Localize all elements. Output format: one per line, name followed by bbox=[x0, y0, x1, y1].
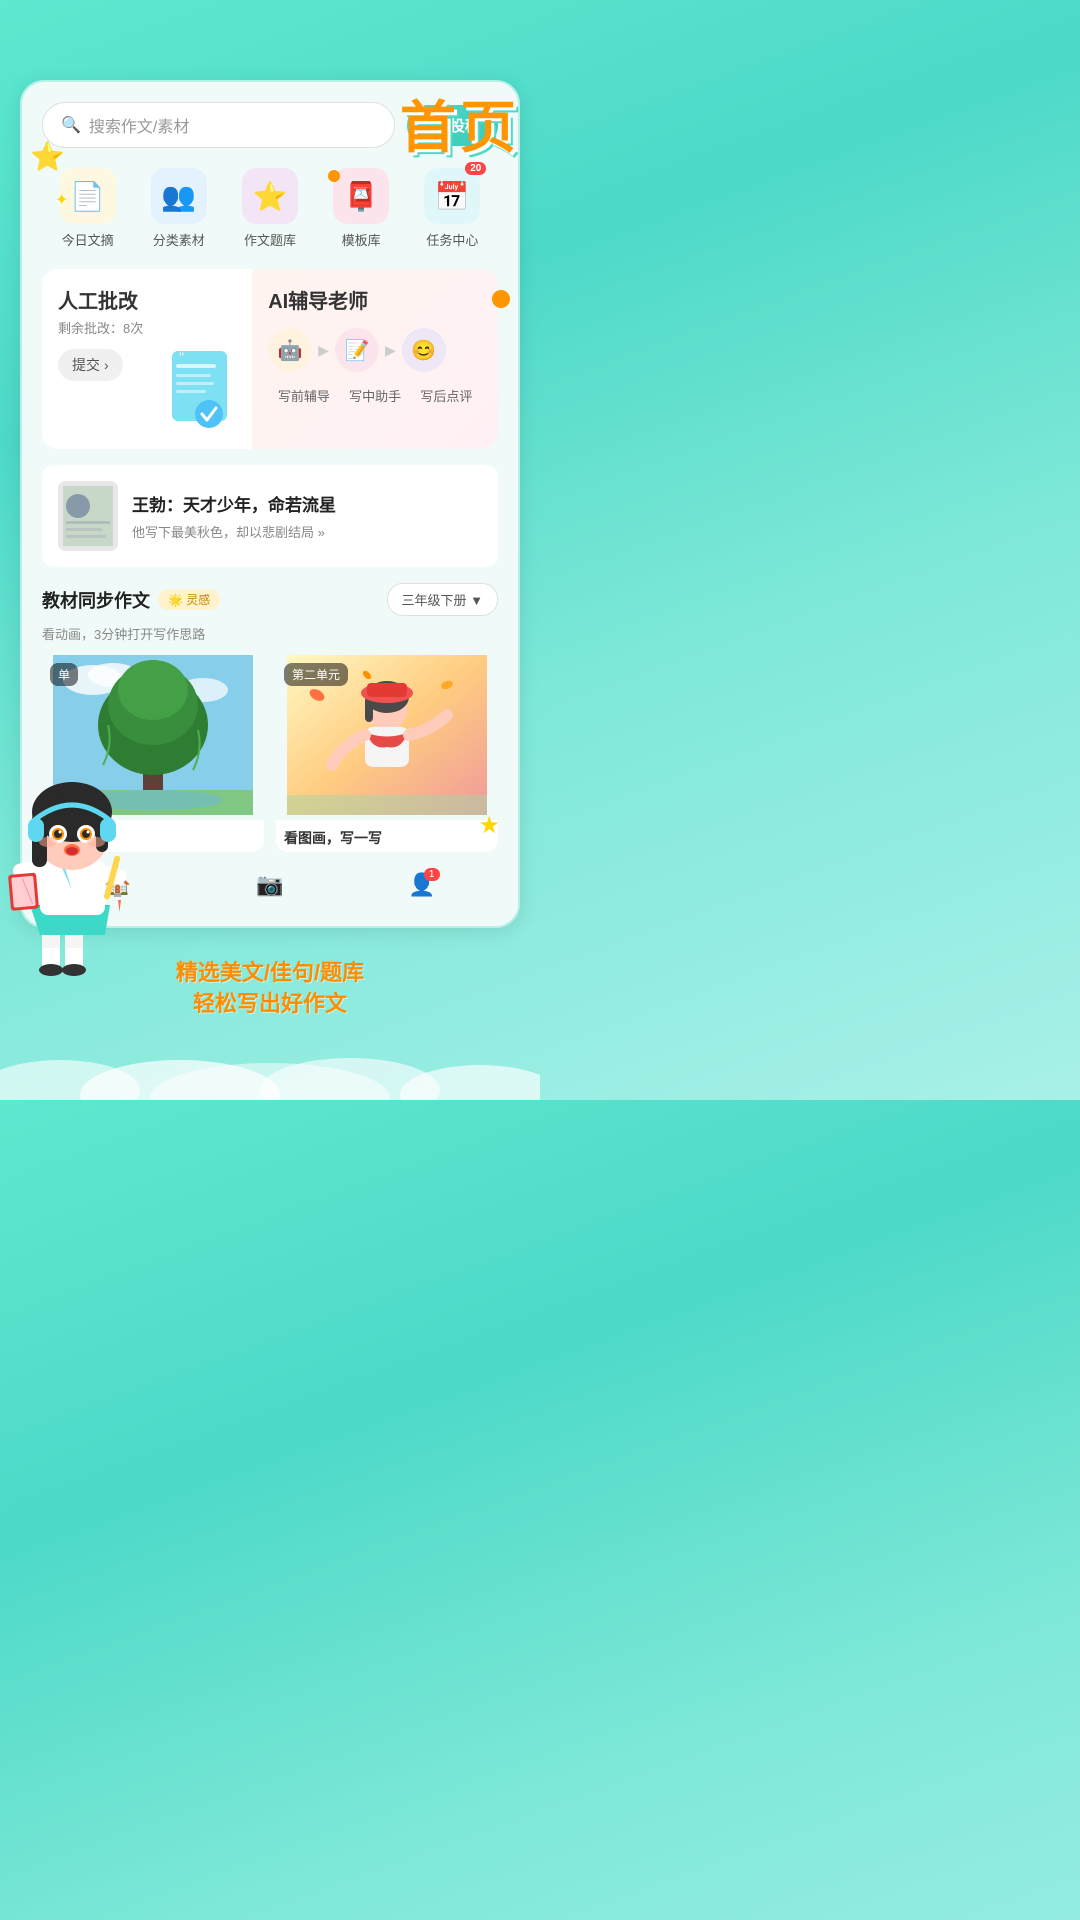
section-subtitle: 看动画，3分钟打开写作思路 bbox=[42, 624, 498, 643]
deco-circle-1 bbox=[328, 170, 340, 182]
essay-bank-icon-wrap: ⭐ bbox=[242, 168, 298, 224]
ai-step-arrow-2: ▶ bbox=[385, 342, 396, 359]
page-title-wrapper: 首页 bbox=[400, 100, 520, 156]
deco-star-2: ✦ bbox=[55, 190, 68, 210]
ai-step-2-icon: 📝 bbox=[335, 328, 379, 372]
deco-star-4: ★ bbox=[478, 811, 500, 840]
task-center-icon: 📅 bbox=[435, 180, 470, 213]
essay-bank-label: 作文题库 bbox=[244, 230, 296, 249]
deco-star-1: ⭐ bbox=[30, 140, 65, 173]
nav-item-category[interactable]: 👥 分类素材 bbox=[151, 168, 207, 249]
ai-step-labels: 写前辅导 写中助手 写后点评 bbox=[268, 386, 482, 405]
template-bank-label: 模板库 bbox=[342, 230, 381, 249]
task-center-label: 任务中心 bbox=[426, 230, 478, 249]
nav-item-template[interactable]: 📮 模板库 bbox=[333, 168, 389, 249]
grade-selector[interactable]: 三年级下册 ▼ bbox=[387, 583, 498, 616]
tagline-line2: 轻松写出好作文 bbox=[0, 989, 540, 1020]
ai-step-3-icon: 😊 bbox=[402, 328, 446, 372]
doc-svg: " bbox=[164, 346, 244, 436]
article-title: 王勃：天才少年，命若流星 bbox=[132, 491, 336, 516]
ai-tutor-title: AI辅导老师 bbox=[268, 285, 482, 314]
daily-extract-icon: 📄 bbox=[70, 180, 105, 213]
bottom-clouds bbox=[0, 1040, 540, 1100]
bottom-nav-camera[interactable]: 📷 bbox=[256, 872, 283, 898]
content-card-girl[interactable]: 第二单元 看图画，写一写 bbox=[276, 655, 498, 852]
category-material-label: 分类素材 bbox=[153, 230, 205, 249]
card1-badge: 单 bbox=[50, 663, 78, 686]
template-bank-icon: 📮 bbox=[344, 180, 379, 213]
correction-submit-label: 提交 bbox=[72, 355, 100, 375]
search-input-wrap[interactable]: 🔍 搜索作文/素材 bbox=[42, 102, 395, 148]
profile-badge: 1 bbox=[424, 868, 440, 881]
section-header: 教材同步作文 🌟 灵感 三年级下册 ▼ bbox=[42, 583, 498, 616]
section-tag: 🌟 灵感 bbox=[158, 589, 220, 610]
svg-text:": " bbox=[179, 349, 184, 365]
category-material-icon: 👥 bbox=[161, 180, 196, 213]
ai-step-label-1: 写前辅导 bbox=[268, 386, 339, 405]
article-thumbnail bbox=[58, 481, 118, 551]
daily-extract-label: 今日文摘 bbox=[62, 230, 114, 249]
deco-circle-2 bbox=[492, 290, 510, 308]
character-svg bbox=[0, 760, 150, 980]
ai-steps-row: 🤖 ▶ 📝 ▶ 😊 bbox=[268, 328, 482, 372]
category-material-icon-wrap: 👥 bbox=[151, 168, 207, 224]
ai-step-label-2: 写中助手 bbox=[339, 386, 410, 405]
ai-step-1-icon: 🤖 bbox=[268, 328, 312, 372]
essay-bank-icon: ⭐ bbox=[253, 180, 288, 213]
clouds-svg bbox=[0, 1040, 540, 1100]
ai-tutor-panel: AI辅导老师 🤖 ▶ 📝 ▶ 😊 写前辅导 写中助手 bbox=[252, 269, 498, 449]
nav-icons-row: 📄 今日文摘 👥 分类素材 ⭐ 作文题库 📮 模板库 📅 20 bbox=[42, 168, 498, 249]
camera-icon: 📷 bbox=[256, 872, 283, 898]
section-title-row: 教材同步作文 🌟 灵感 bbox=[42, 587, 220, 613]
nav-item-essay[interactable]: ⭐ 作文题库 bbox=[242, 168, 298, 249]
task-center-icon-wrap: 📅 20 bbox=[424, 168, 480, 224]
correction-title: 人工批改 bbox=[58, 285, 236, 314]
correction-submit-btn[interactable]: 提交 › bbox=[58, 349, 123, 381]
correction-submit-arrow: › bbox=[104, 357, 109, 373]
article-desc: 他写下最美秋色，却以悲剧结局 » bbox=[132, 522, 336, 541]
character-illustration bbox=[0, 760, 150, 980]
correction-left: 人工批改 剩余批改：8次 提交 › " bbox=[42, 269, 252, 449]
section-title: 教材同步作文 bbox=[42, 587, 150, 613]
nav-item-task[interactable]: 📅 20 任务中心 bbox=[424, 168, 480, 249]
correction-panel: 人工批改 剩余批改：8次 提交 › " bbox=[42, 269, 498, 449]
article-thumb-svg bbox=[58, 481, 118, 551]
article-card[interactable]: 王勃：天才少年，命若流星 他写下最美秋色，却以悲剧结局 » bbox=[42, 465, 498, 567]
ai-step-label-3: 写后点评 bbox=[411, 386, 482, 405]
correction-subtitle: 剩余批改：8次 bbox=[58, 318, 236, 337]
search-placeholder: 搜索作文/素材 bbox=[89, 113, 189, 137]
bottom-nav-profile[interactable]: 👤 1 bbox=[408, 872, 435, 898]
task-center-badge: 20 bbox=[465, 162, 486, 175]
article-info: 王勃：天才少年，命若流星 他写下最美秋色，却以悲剧结局 » bbox=[132, 491, 336, 541]
page-title: 首页 bbox=[400, 100, 520, 156]
card2-badge: 第二单元 bbox=[284, 663, 348, 686]
template-bank-icon-wrap: 📮 bbox=[333, 168, 389, 224]
search-icon: 🔍 bbox=[61, 115, 81, 135]
doc-illustration: " bbox=[164, 346, 244, 441]
ai-step-arrow-1: ▶ bbox=[318, 342, 329, 359]
card2-title: 看图画，写一写 bbox=[276, 820, 498, 852]
